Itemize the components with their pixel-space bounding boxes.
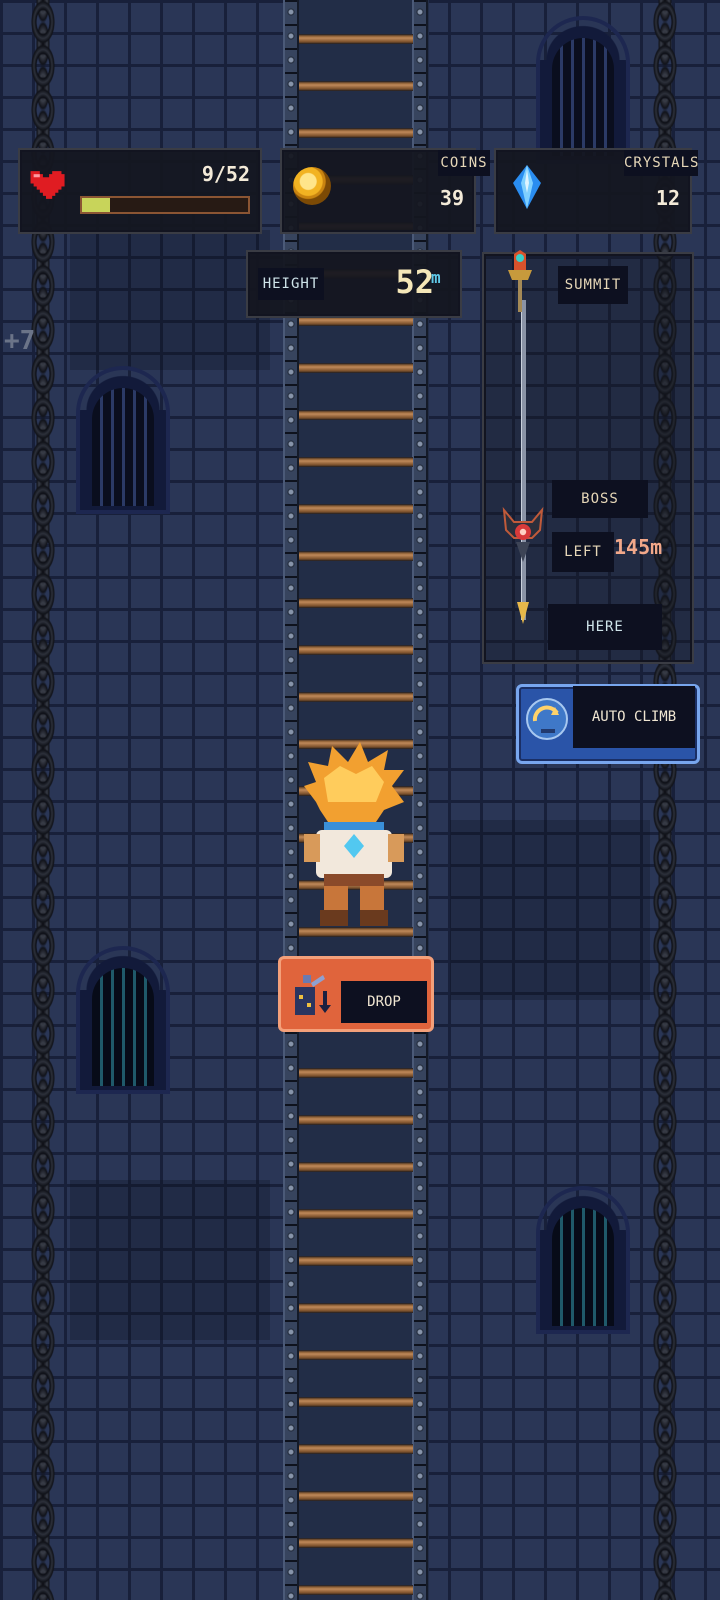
coins-label: COINS — [438, 150, 490, 176]
height-value: 52 — [395, 263, 434, 301]
crystal-icon — [513, 165, 541, 209]
progress-track — [521, 300, 526, 620]
summit-label: SUMMIT — [558, 266, 628, 304]
coins-value: 39 — [439, 186, 464, 210]
drop-icon — [295, 975, 331, 1015]
auto-climb-icon — [526, 698, 568, 740]
right-chain — [648, 0, 682, 1600]
height-label: HEIGHT — [258, 268, 324, 300]
tower-window — [540, 20, 626, 160]
game-scene: +7 9/52 COINS 39 CRYSTALS 12 HEIGHT 52 m… — [0, 0, 720, 1600]
player-position-marker — [517, 602, 529, 624]
tower-window — [80, 950, 166, 1090]
coin-icon — [293, 167, 331, 205]
tower-window — [80, 370, 166, 510]
progress-map-panel — [482, 252, 694, 664]
auto-climb-button[interactable]: AUTO CLIMB — [516, 684, 700, 764]
wall-shade — [70, 230, 270, 370]
distance-left-label: LEFT — [552, 532, 614, 572]
boss-marker-icon — [502, 506, 544, 562]
boss-label: BOSS — [552, 480, 648, 518]
ladder-rail-right — [412, 0, 428, 1600]
left-chain — [26, 0, 60, 1600]
wall-shade — [70, 1180, 270, 1340]
crystals-label: CRYSTALS — [624, 150, 698, 176]
health-bar — [80, 196, 250, 214]
auto-climb-label: AUTO CLIMB — [573, 686, 695, 748]
summit-torch-icon — [508, 250, 532, 312]
drop-button[interactable]: DROP — [278, 956, 434, 1032]
here-label: HERE — [548, 604, 662, 650]
wall-shade — [450, 820, 650, 1000]
tower-window — [540, 1190, 626, 1330]
height-unit: m — [431, 268, 441, 287]
crystals-value: 12 — [655, 186, 680, 210]
health-value: 9/52 — [201, 162, 250, 186]
hero-character — [304, 742, 404, 926]
distance-left-value: 145m — [614, 535, 663, 559]
floating-reward-text: +7 — [4, 326, 36, 356]
drop-label: DROP — [341, 981, 427, 1023]
heart-icon — [30, 171, 65, 199]
health-bar-fill — [82, 198, 111, 212]
